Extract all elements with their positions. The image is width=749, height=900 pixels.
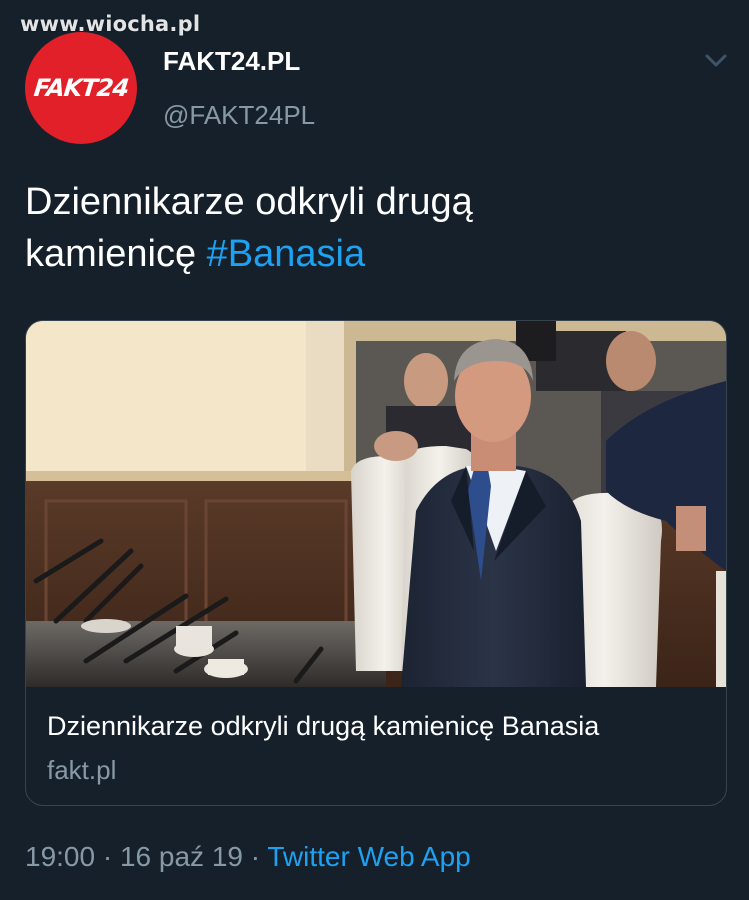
- hashtag-link[interactable]: #Banasia: [207, 233, 365, 275]
- author-display-name[interactable]: FAKT24.PL: [163, 46, 300, 77]
- card-title: Dziennikarze odkryli drugą kamienicę Ban…: [47, 711, 600, 741]
- avatar-logo-text: FAKT24: [32, 74, 130, 102]
- author-handle[interactable]: @FAKT24PL: [163, 100, 315, 131]
- meta-separator: ·: [242, 841, 268, 872]
- card-photo: [26, 321, 726, 687]
- tweet-text-line1: Dziennikarze odkryli drugą: [25, 181, 473, 223]
- link-preview-card[interactable]: Dziennikarze odkryli drugą kamienicę Ban…: [25, 320, 727, 806]
- tweet-time: 19:00: [25, 841, 96, 872]
- card-image: [26, 321, 726, 687]
- site-watermark: www.wiocha.pl: [20, 12, 201, 36]
- tweet-source-link[interactable]: Twitter Web App: [267, 841, 470, 872]
- card-domain: fakt.pl: [47, 755, 117, 785]
- chevron-down-icon[interactable]: [703, 50, 729, 70]
- tweet-date[interactable]: 16 paź 19: [120, 841, 243, 872]
- tweet-meta: 19:00 · 16 paź 19 · Twitter Web App: [25, 841, 471, 873]
- meta-separator: ·: [95, 841, 120, 872]
- tweet-text-line2: kamienicę: [25, 233, 207, 275]
- tweet-screen: www.wiocha.pl FAKT24 FAKT24.PL @FAKT24PL…: [0, 0, 749, 900]
- tweet-text: Dziennikarze odkryli drugą kamienicę #Ba…: [25, 176, 725, 280]
- avatar[interactable]: FAKT24: [25, 32, 137, 144]
